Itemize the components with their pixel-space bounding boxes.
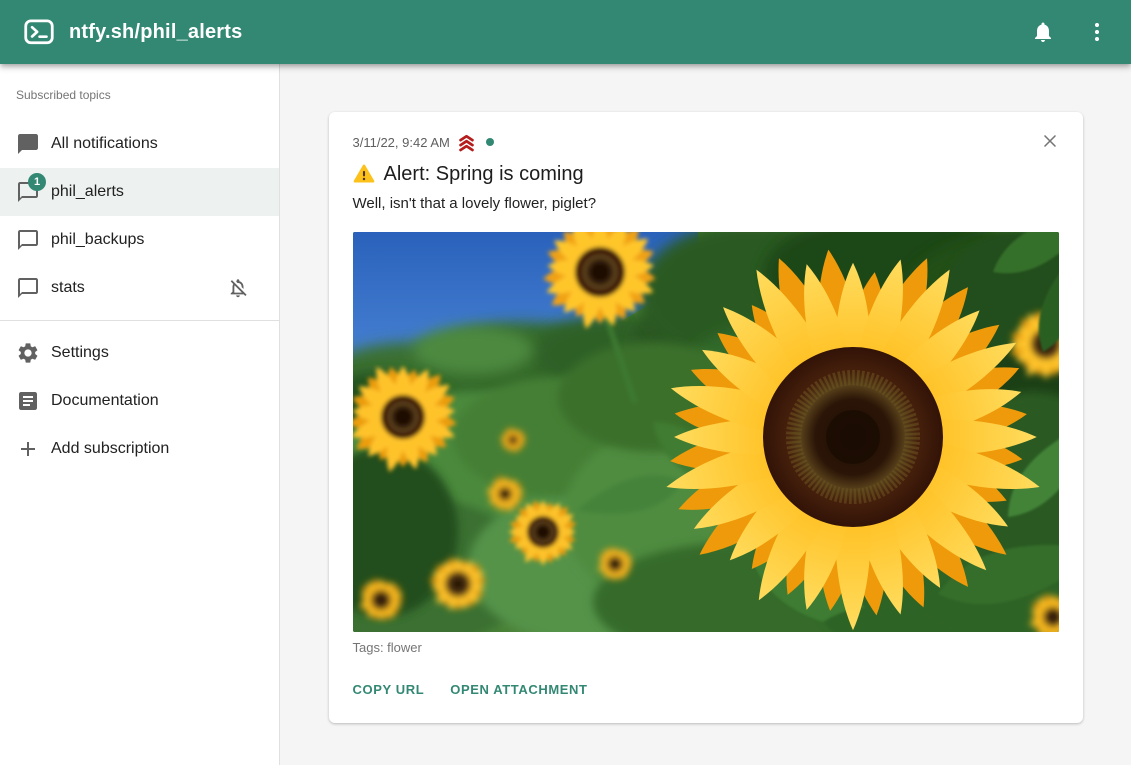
sidebar-item-label: phil_backups	[51, 231, 144, 249]
sidebar-item-documentation[interactable]: Documentation	[0, 377, 279, 425]
notification-body: Well, isn't that a lovely flower, piglet…	[353, 194, 1059, 214]
chat-bubble-outline-icon	[16, 228, 40, 252]
sidebar-item-label: Documentation	[51, 392, 159, 410]
card-actions: COPY URL OPEN ATTACHMENT	[353, 682, 1059, 697]
sidebar-divider	[0, 320, 279, 321]
priority-max-icon	[456, 132, 477, 153]
sidebar-item-stats[interactable]: stats	[0, 264, 279, 312]
topic-list: All notifications 1 phil_alerts phil_bac…	[0, 120, 279, 312]
app-bar-actions	[1031, 20, 1109, 44]
kebab-menu-icon[interactable]	[1085, 20, 1109, 44]
notifications-muted-icon	[227, 277, 249, 299]
open-attachment-button[interactable]: OPEN ATTACHMENT	[450, 682, 587, 697]
sidebar-item-add-subscription[interactable]: Add subscription	[0, 425, 279, 473]
notification-card: 3/11/22, 9:42 AM	[329, 112, 1083, 723]
sidebar-item-label: phil_alerts	[51, 183, 124, 201]
plus-icon	[16, 437, 40, 461]
notification-title-row: Alert: Spring is coming	[353, 160, 1059, 188]
sidebar-item-phil-backups[interactable]: phil_backups	[0, 216, 279, 264]
sidebar: Subscribed topics All notifications 1 ph…	[0, 64, 280, 765]
notification-title: Alert: Spring is coming	[384, 160, 584, 188]
sunflower-field-art	[353, 232, 1059, 632]
copy-url-button[interactable]: COPY URL	[353, 682, 425, 697]
sidebar-item-label: All notifications	[51, 135, 158, 153]
warning-emoji-icon	[353, 163, 375, 185]
notifications-bell-icon[interactable]	[1031, 20, 1055, 44]
app-bar: ntfy.sh/phil_alerts	[0, 0, 1131, 64]
sidebar-item-all-notifications[interactable]: All notifications	[0, 120, 279, 168]
sidebar-item-label: Add subscription	[51, 440, 169, 458]
subscribed-topics-label: Subscribed topics	[0, 72, 279, 112]
timestamp: 3/11/22, 9:42 AM	[353, 135, 450, 150]
tags-label: Tags: flower	[353, 640, 1059, 656]
notification-meta: 3/11/22, 9:42 AM	[353, 132, 1059, 152]
sidebar-item-label: Settings	[51, 344, 109, 362]
sidebar-item-settings[interactable]: Settings	[0, 329, 279, 377]
sidebar-item-phil-alerts[interactable]: 1 phil_alerts	[0, 168, 279, 216]
page-title: ntfy.sh/phil_alerts	[69, 21, 242, 44]
close-icon[interactable]	[1040, 131, 1060, 151]
unread-count-badge: 1	[28, 173, 46, 191]
unread-dot	[486, 138, 494, 146]
gear-icon	[16, 341, 40, 365]
sidebar-menu: Settings Documentation Add subscription	[0, 329, 279, 473]
chat-bubble-outline-icon	[16, 276, 40, 300]
attachment-image[interactable]	[353, 232, 1059, 632]
chat-bubble-outline-icon: 1	[16, 180, 40, 204]
main-content: 3/11/22, 9:42 AM	[280, 64, 1131, 765]
ntfy-terminal-logo-icon	[24, 18, 54, 46]
article-icon	[16, 389, 40, 413]
sidebar-item-label: stats	[51, 279, 85, 297]
chat-bubble-filled-icon	[16, 132, 40, 156]
